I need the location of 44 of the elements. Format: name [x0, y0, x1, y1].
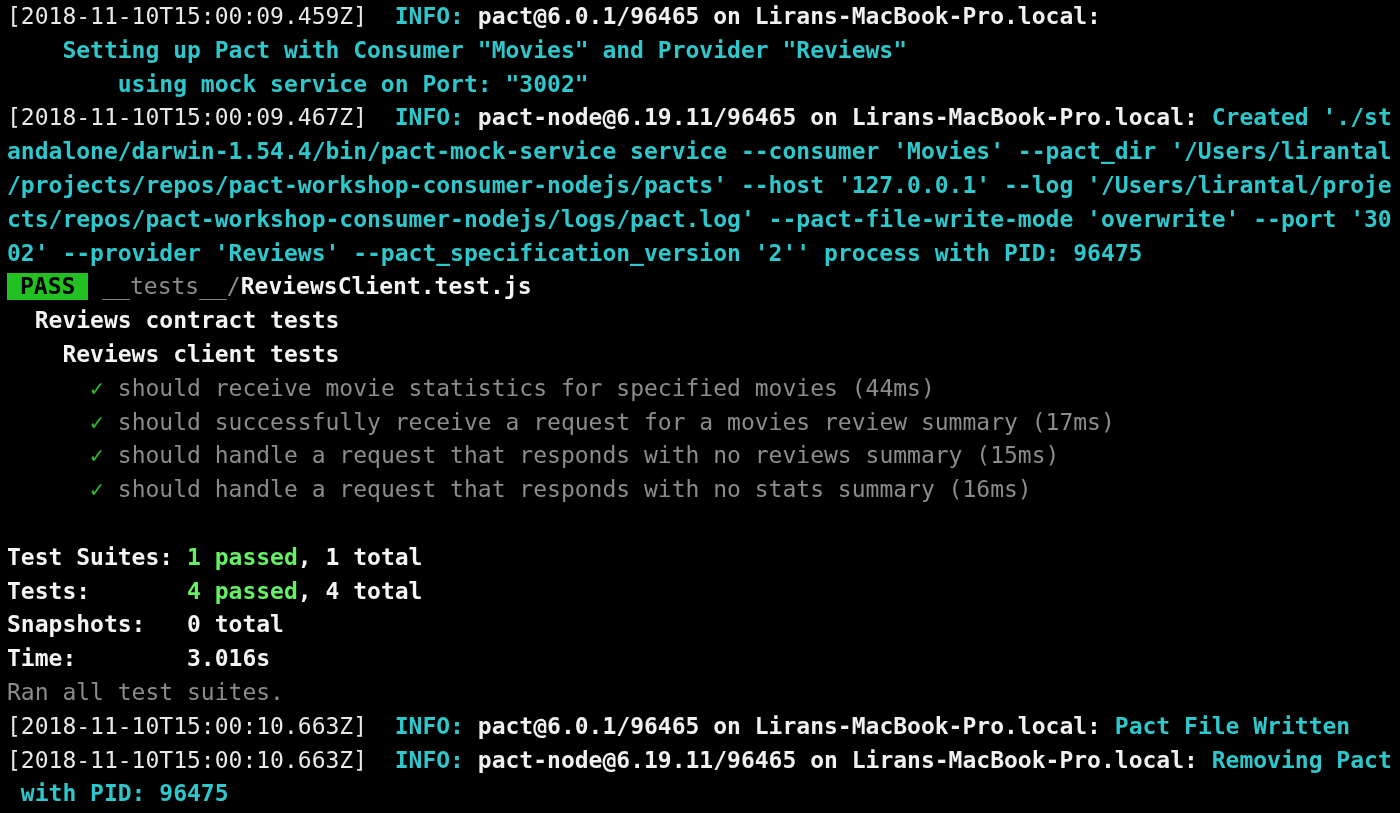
log-timestamp: [2018-11-10T15:00:10.663Z]	[7, 746, 368, 773]
output-text: Reviews contract tests	[33, 307, 340, 334]
log-message: /projects/repos/pact-workshop-consumer-nodejs/pacts' --host '127.0.0.1' --log '/Users/lirantal/proje	[7, 172, 1392, 198]
pass-badge: PASS	[7, 273, 89, 301]
log-timestamp: [2018-11-10T15:00:09.467Z]	[7, 104, 368, 131]
log-message: andalone/darwin-1.54.4/bin/pact-mock-service service --consumer 'Movies' --pact_dir '/Users/lirantal	[7, 138, 1392, 165]
log-message: with PID: 96475	[19, 780, 229, 807]
check-mark: ✓	[89, 442, 104, 469]
log-timestamp: [2018-11-10T15:00:09.459Z]	[7, 3, 368, 29]
log-source: pact-node@6.19.11/96465 on Lirans-MacBook-Pro.local:	[476, 104, 1198, 131]
output-text: Time: 3.016s	[7, 645, 271, 672]
output-text: should receive movie statistics for specified movies (44ms)	[116, 374, 935, 401]
log-level: INFO:	[393, 3, 464, 29]
output-text: Test Suites:	[7, 543, 175, 570]
log-message: using mock service on Port: "3002"	[116, 70, 589, 97]
output-text: Ran all test suites.	[7, 678, 284, 705]
log-level: INFO:	[393, 712, 464, 739]
log-message: Created './st	[1210, 104, 1392, 131]
output-text: should successfully receive a request for a movies review summary (17ms)	[116, 408, 1115, 435]
output-text: Snapshots: 0 total	[7, 611, 284, 638]
output-text: Tests:	[7, 577, 92, 604]
output-text: should handle a request that responds with no reviews summary (15ms)	[116, 442, 1060, 469]
output-text: should handle a request that responds with no stats summary (16ms)	[116, 476, 1032, 503]
output-text: , 1 total	[297, 543, 423, 570]
log-timestamp: [2018-11-10T15:00:10.663Z]	[7, 712, 368, 739]
output-text: __tests__/	[101, 273, 241, 300]
output-text: Reviews client tests	[61, 340, 340, 367]
log-message: cts/repos/pact-workshop-consumer-nodejs/logs/pact.log' --pact-file-write-mode 'overwrite' --port '30	[7, 205, 1392, 232]
check-mark: ✓	[89, 374, 104, 401]
passed-count: 1 passed	[187, 543, 298, 570]
passed-count: 4 passed	[187, 577, 298, 604]
log-message: Setting up Pact with Consumer "Movies" and Provider "Reviews"	[61, 36, 908, 63]
output-text: ReviewsClient.test.js	[240, 273, 532, 300]
log-source: pact@6.0.1/96465 on Lirans-MacBook-Pro.local:	[476, 712, 1101, 739]
log-source: pact-node@6.19.11/96465 on Lirans-MacBook-Pro.local:	[476, 746, 1198, 773]
check-mark: ✓	[89, 408, 104, 435]
output-text: , 4 total	[297, 577, 423, 604]
log-message: 02' --provider 'Reviews' --pact_specification_version '2'' process with PID: 96475	[7, 239, 1143, 266]
log-message: Removing Pact	[1210, 746, 1392, 773]
log-level: INFO:	[393, 104, 464, 131]
log-source: pact@6.0.1/96465 on Lirans-MacBook-Pro.local:	[476, 3, 1101, 29]
log-level: INFO:	[393, 746, 464, 773]
log-message: Pact File Written	[1113, 712, 1351, 739]
check-mark: ✓	[89, 476, 104, 503]
